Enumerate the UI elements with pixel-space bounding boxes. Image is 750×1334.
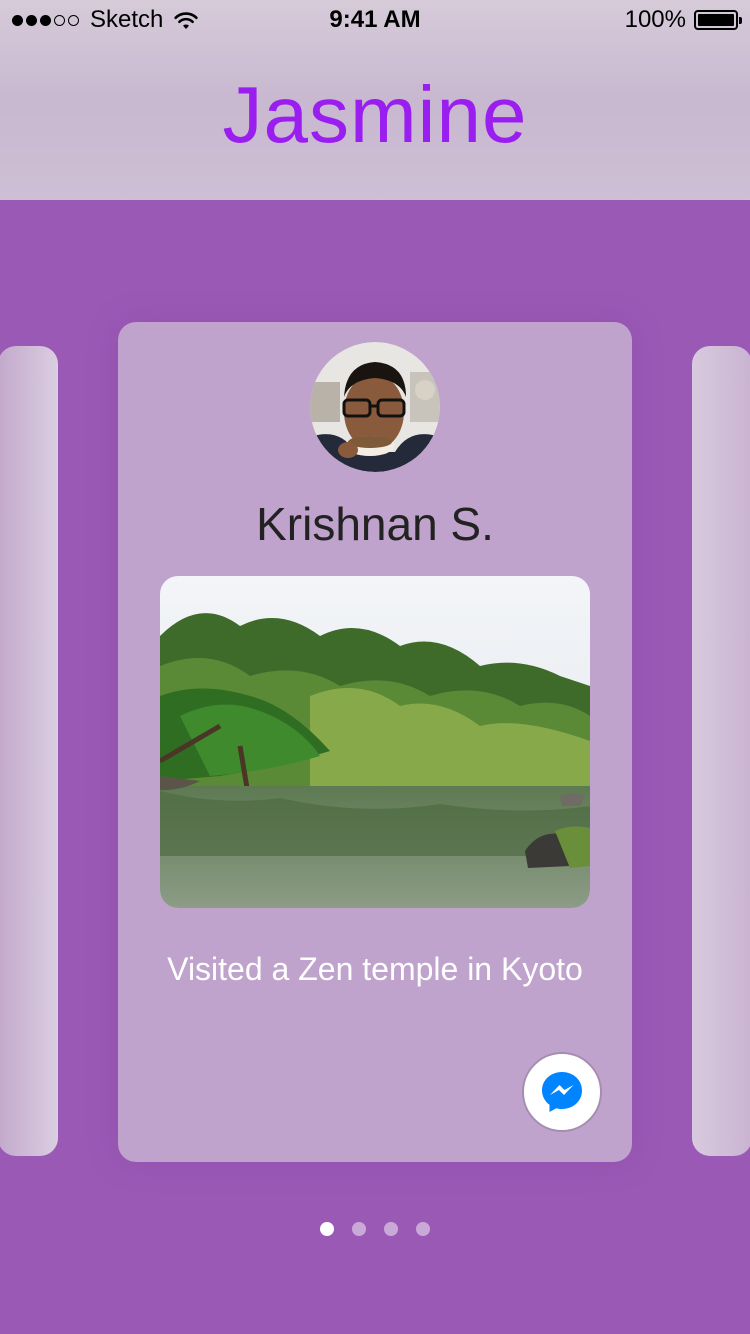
page-dot[interactable] (384, 1222, 398, 1236)
avatar[interactable] (310, 342, 440, 472)
page-dot[interactable] (416, 1222, 430, 1236)
status-right: 100% (624, 6, 742, 34)
previous-card[interactable] (0, 346, 58, 1156)
page-dot[interactable] (352, 1222, 366, 1236)
status-bar: Sketch 9:41 AM 100% (0, 0, 750, 40)
next-card[interactable] (692, 346, 750, 1156)
battery-icon (694, 10, 742, 30)
messenger-button[interactable] (522, 1052, 602, 1132)
messenger-icon (542, 1072, 582, 1112)
profile-photo (310, 342, 440, 472)
feed-card[interactable]: Krishnan S. Visited a Zen temple in Kyot… (118, 322, 632, 1162)
battery-percentage: 100% (624, 6, 686, 33)
battery-nub (739, 17, 742, 24)
page-title: Jasmine (222, 70, 528, 159)
header: Sketch 9:41 AM 100% Jasmine (0, 0, 750, 200)
zen-garden-photo (160, 576, 590, 908)
battery-fill (698, 14, 734, 26)
post-photo[interactable] (160, 576, 590, 908)
post-caption: Visited a Zen temple in Kyoto (167, 951, 583, 987)
contact-name: Krishnan S. (256, 498, 494, 550)
page-dot-active[interactable] (320, 1222, 334, 1236)
page-indicator[interactable] (0, 1222, 750, 1236)
screen: Sketch 9:41 AM 100% Jasmine Krishnan S. … (0, 0, 750, 1334)
